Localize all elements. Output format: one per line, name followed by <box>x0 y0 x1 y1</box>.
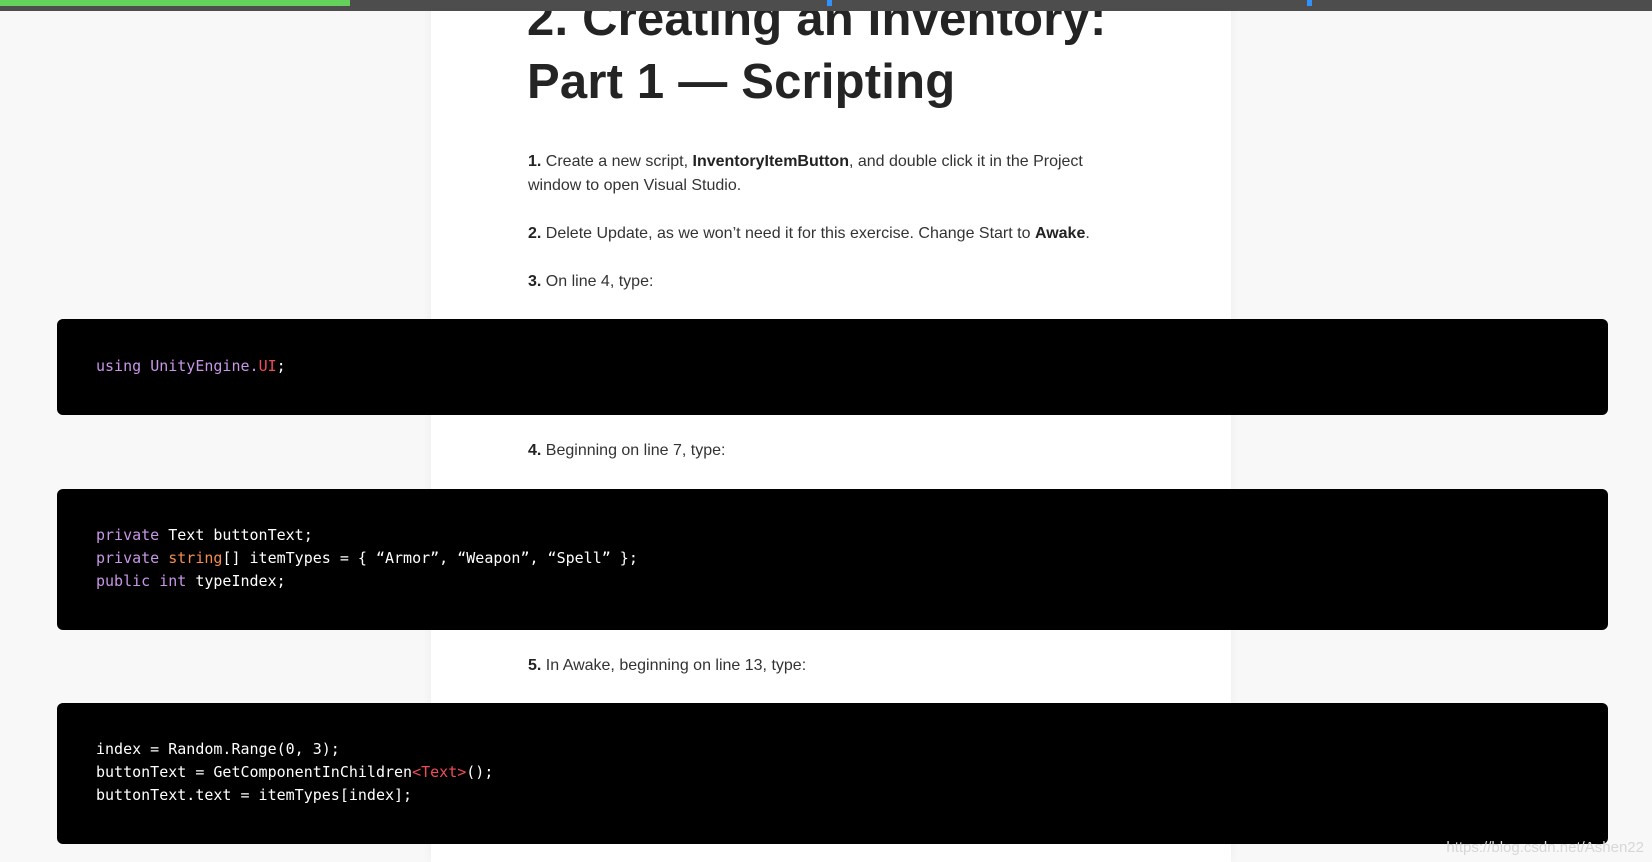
heading-line-2: Part 1 — Scripting <box>527 55 956 109</box>
page-root: 2. Creating an Inventory: Part 1 — Scrip… <box>0 0 1652 862</box>
step-number: 3. <box>528 273 542 290</box>
step-number: 2. <box>528 225 542 242</box>
code-block-fields: private Text buttonText; private string[… <box>57 489 1608 630</box>
watermark-url: https://blog.csdn.net/Ashen22 <box>1446 839 1644 856</box>
step-1-line-1: 1. Create a new script, InventoryItemBut… <box>528 153 1083 170</box>
code-line: using UnityEngine.UI; <box>96 357 286 375</box>
code-line: private string[] itemTypes = { “Armor”, … <box>96 549 638 567</box>
code-line: buttonText = GetComponentInChildren<Text… <box>96 763 494 781</box>
code-block-awake: index = Random.Range(0, 3); buttonText =… <box>57 703 1608 844</box>
reading-progress-fill <box>0 0 351 6</box>
step-4-paragraph: 4. Beginning on line 7, type: <box>528 442 726 459</box>
reading-progress-bar <box>0 0 1652 11</box>
code-line: buttonText.text = itemTypes[index]; <box>96 786 413 804</box>
code-line: private Text buttonText; <box>96 526 313 544</box>
code-line: index = Random.Range(0, 3); <box>96 740 340 758</box>
progress-marker <box>827 0 832 6</box>
method-name: Awake <box>1034 225 1086 242</box>
step-1-paragraph: 1. Create a new script, InventoryItemBut… <box>528 150 1168 198</box>
step-number: 4. <box>528 442 542 459</box>
step-5-paragraph: 5. In Awake, beginning on line 13, type: <box>528 657 807 674</box>
step-number: 1. <box>528 153 542 170</box>
step-2-paragraph: 2. Delete Update, as we won’t need it fo… <box>528 225 1090 242</box>
step-1-line-2: window to open Visual Studio. <box>528 177 742 194</box>
code-line: public int typeIndex; <box>96 572 286 590</box>
script-name: InventoryItemButton <box>692 153 849 170</box>
code-block-using: using UnityEngine.UI; <box>57 319 1608 415</box>
step-3-paragraph: 3. On line 4, type: <box>528 273 654 290</box>
progress-marker <box>1307 0 1312 6</box>
step-number: 5. <box>528 657 542 674</box>
article-heading: 2. Creating an Inventory: Part 1 — Scrip… <box>527 0 1167 114</box>
